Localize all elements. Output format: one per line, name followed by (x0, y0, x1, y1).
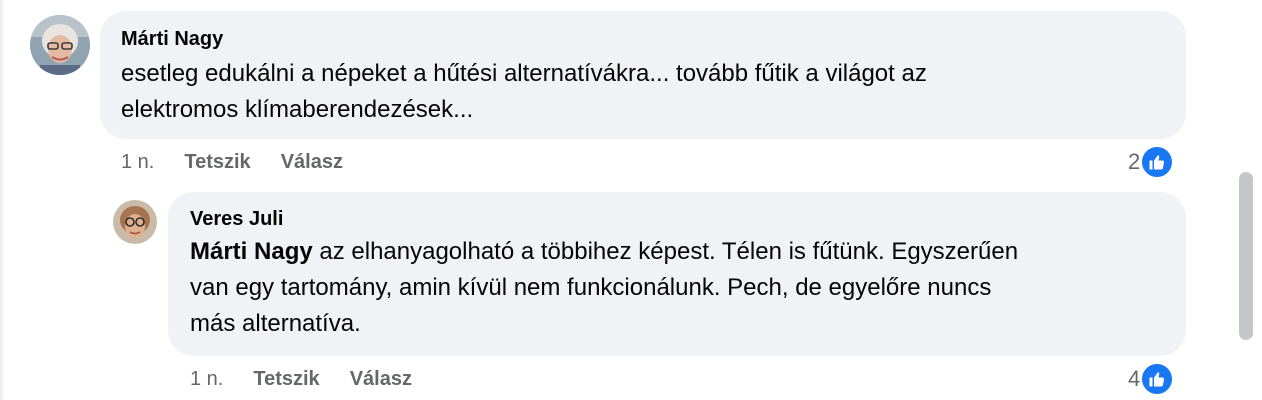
avatar[interactable] (113, 200, 157, 244)
avatar[interactable] (30, 15, 90, 75)
reaction-summary[interactable]: 4 (1128, 362, 1175, 396)
reply-button[interactable]: Válasz (350, 368, 412, 391)
comment-actions: 1 n. Tetszik Válasz (190, 368, 442, 391)
comment-author[interactable]: Veres Juli (190, 208, 283, 231)
reaction-count: 4 (1128, 366, 1141, 391)
reaction-summary[interactable]: 2 (1128, 145, 1175, 179)
reply-button[interactable]: Válasz (281, 151, 343, 174)
comment-text: Márti Nagy az elhanyagolható a többihez … (190, 234, 1180, 342)
comment-actions: 1 n. Tetszik Válasz (121, 151, 373, 174)
like-button[interactable]: Tetszik (184, 151, 250, 174)
timestamp[interactable]: 1 n. (121, 151, 154, 174)
comment-text-line: van egy tartomány, amin kívül nem funkci… (190, 274, 992, 301)
mention-link[interactable]: Márti Nagy (190, 238, 313, 265)
thumbs-up-icon (1140, 362, 1175, 396)
comment-text-line: Márti Nagy az elhanyagolható a többihez … (190, 234, 1180, 270)
thumbs-up-icon (1140, 145, 1175, 179)
scrollbar-thumb[interactable] (1239, 172, 1253, 340)
comment-text-segment: az elhanyagolható a többihez képest. Tél… (312, 238, 1019, 265)
comment-text-line: esetleg edukálni a népeket a hűtési alte… (121, 60, 927, 87)
comment-author[interactable]: Márti Nagy (121, 28, 223, 51)
page-edge (0, 0, 5, 400)
like-button[interactable]: Tetszik (253, 368, 319, 391)
comment-text-line: más alternatíva. (190, 310, 361, 337)
reaction-count: 2 (1128, 149, 1141, 174)
comment-text-line: elektromos klímaberendezések... (121, 96, 474, 123)
comment-text: esetleg edukálni a népeket a hűtési alte… (121, 56, 1171, 128)
timestamp[interactable]: 1 n. (190, 368, 223, 391)
